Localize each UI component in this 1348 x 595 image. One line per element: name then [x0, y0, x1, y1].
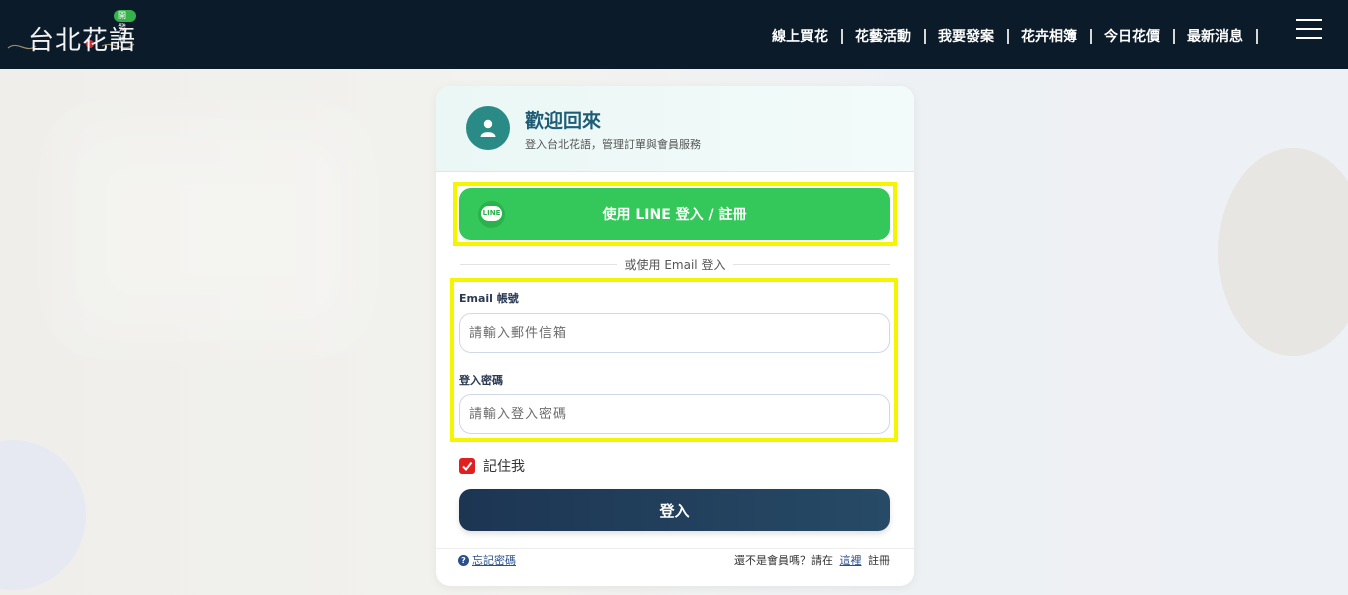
- nav-link[interactable]: 花卉相簿: [1021, 26, 1077, 46]
- password-field[interactable]: [459, 394, 890, 434]
- nav-item-buy-flowers: 線上買花: [772, 26, 855, 46]
- forgot-password-link[interactable]: ? 忘記密碼: [458, 552, 516, 568]
- nav-item-post-job: 我要發案: [938, 26, 1021, 46]
- hamburger-menu-icon[interactable]: [1296, 19, 1322, 39]
- nav-item-today-price: 今日花價: [1104, 26, 1187, 46]
- nav-link[interactable]: 今日花價: [1104, 26, 1160, 46]
- nav-item-album: 花卉相簿: [1021, 26, 1104, 46]
- email-login-divider: 或使用 Email 登入: [436, 256, 914, 273]
- line-logo-text: LINE: [481, 206, 502, 221]
- nav-separator: [841, 28, 843, 44]
- nav-item-floral-events: 花藝活動: [855, 26, 938, 46]
- line-login-button[interactable]: LINE 使用 LINE 登入 / 註冊: [459, 188, 890, 240]
- nav-separator: [924, 28, 926, 44]
- email-field[interactable]: [459, 313, 890, 353]
- forgot-password-label: 忘記密碼: [472, 554, 516, 567]
- question-icon: ?: [458, 554, 469, 566]
- page-subtitle: 登入台北花語，管理訂單與會員服務: [525, 138, 701, 151]
- register-suffix: 註冊: [868, 554, 890, 567]
- main-nav: 線上買花 花藝活動 我要發案 花卉相簿 今日花價 最新消息: [772, 26, 1270, 46]
- background-blob: [1218, 148, 1348, 356]
- remember-label: 記住我: [483, 459, 525, 475]
- checkmark-icon: [462, 461, 473, 472]
- nav-link[interactable]: 花藝活動: [855, 26, 911, 46]
- page-title: 歡迎回來: [525, 110, 602, 132]
- nav-separator: [1007, 28, 1009, 44]
- remember-checkbox[interactable]: [459, 458, 475, 474]
- password-label: 登入密碼: [459, 374, 503, 387]
- line-login-label: 使用 LINE 登入 / 註冊: [602, 207, 747, 223]
- nav-link[interactable]: 線上買花: [772, 26, 828, 46]
- site-logo[interactable]: 台北花語 開發版: [6, 6, 136, 60]
- background-glow: [60, 120, 360, 340]
- remember-me: 記住我: [459, 456, 525, 476]
- nav-separator: [1173, 28, 1175, 44]
- register-prefix: 還不是會員嗎？請在: [734, 554, 833, 567]
- nav-separator: [1090, 28, 1092, 44]
- top-navbar: 台北花語 開發版 線上買花 花藝活動 我要發案 花卉相簿 今日花價 最新消息: [0, 0, 1348, 69]
- footer-divider: [436, 548, 914, 549]
- login-card: 歡迎回來 登入台北花語，管理訂單與會員服務 LINE 使用 LINE 登入 / …: [436, 86, 914, 586]
- register-note: 還不是會員嗎？請在 這裡 註冊: [734, 552, 890, 568]
- register-link[interactable]: 這裡: [840, 554, 862, 567]
- background-blob: [0, 440, 86, 590]
- dev-badge: 開發版: [114, 10, 136, 44]
- user-icon: [466, 106, 510, 150]
- nav-separator: [1256, 28, 1258, 44]
- line-logo-icon: LINE: [478, 201, 505, 228]
- nav-link[interactable]: 我要發案: [938, 26, 994, 46]
- nav-link[interactable]: 最新消息: [1187, 26, 1243, 46]
- nav-item-news: 最新消息: [1187, 26, 1270, 46]
- card-header: 歡迎回來 登入台北花語，管理訂單與會員服務: [436, 86, 914, 172]
- login-button[interactable]: 登入: [459, 489, 890, 531]
- email-label: Email 帳號: [459, 292, 519, 305]
